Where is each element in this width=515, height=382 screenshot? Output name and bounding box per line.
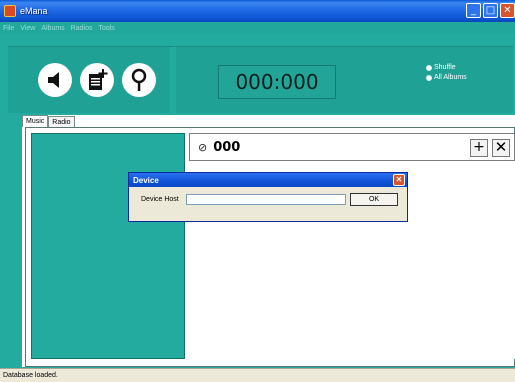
menu-file[interactable]: File — [3, 25, 14, 32]
window-title: eMana — [20, 6, 48, 16]
panel-divider — [170, 47, 176, 114]
ok-button[interactable]: OK — [350, 193, 398, 206]
all-albums-label: All Albums — [434, 74, 467, 81]
tab-music[interactable]: Music — [22, 115, 49, 127]
menu-view[interactable]: View — [20, 25, 35, 32]
close-button[interactable]: ✕ — [500, 3, 515, 18]
track-title: 000 — [213, 139, 241, 155]
menu-bar: File View Albums Radios Tools — [0, 22, 515, 34]
tab-content: ⊘ 000 + ✕ — [25, 127, 515, 367]
shuffle-label: Shuffle — [434, 64, 456, 71]
time-counter: 000:000 — [218, 65, 336, 99]
device-host-label: Device Host — [141, 196, 179, 203]
add-playlist-button[interactable] — [80, 63, 114, 97]
shuffle-option[interactable]: Shuffle — [426, 64, 456, 71]
search-button[interactable] — [122, 63, 156, 97]
dialog-title: Device — [133, 175, 159, 185]
shuffle-radio[interactable] — [426, 64, 432, 71]
device-dialog: Device ✕ Device Host OK — [128, 172, 408, 222]
tab-area: Music Radio ⊘ 000 + ✕ — [22, 115, 515, 367]
volume-button[interactable] — [38, 63, 72, 97]
tab-strip: Music Radio — [22, 115, 75, 127]
status-bar: Database loaded. — [0, 368, 515, 382]
remove-track-button[interactable]: ✕ — [492, 139, 510, 157]
add-track-button[interactable]: + — [470, 139, 488, 157]
app-icon — [4, 5, 16, 17]
track-panel: ⊘ 000 + ✕ — [189, 133, 515, 359]
menu-radios[interactable]: Radios — [71, 25, 93, 32]
control-panel: 000:000 Shuffle All Albums — [8, 46, 513, 114]
status-text: Database loaded. — [3, 372, 58, 379]
minimize-button[interactable]: _ — [466, 3, 481, 18]
add-document-icon — [89, 69, 108, 90]
dialog-close-button[interactable]: ✕ — [393, 174, 405, 186]
all-albums-radio[interactable] — [426, 74, 432, 81]
maximize-button[interactable]: □ — [483, 3, 498, 18]
menu-albums[interactable]: Albums — [41, 25, 64, 32]
track-header: ⊘ 000 + ✕ — [189, 133, 515, 161]
tab-radio[interactable]: Radio — [48, 116, 75, 127]
window-controls: _ □ ✕ — [466, 3, 515, 18]
dialog-title-bar: Device ✕ — [129, 173, 407, 187]
speaker-icon — [48, 72, 59, 88]
menu-tools[interactable]: Tools — [98, 25, 114, 32]
title-bar: eMana _ □ ✕ — [0, 0, 515, 22]
disabled-icon: ⊘ — [198, 140, 208, 154]
search-icon — [131, 68, 147, 91]
all-albums-option[interactable]: All Albums — [426, 74, 467, 81]
album-list[interactable] — [31, 133, 185, 359]
device-host-input[interactable] — [186, 194, 346, 205]
